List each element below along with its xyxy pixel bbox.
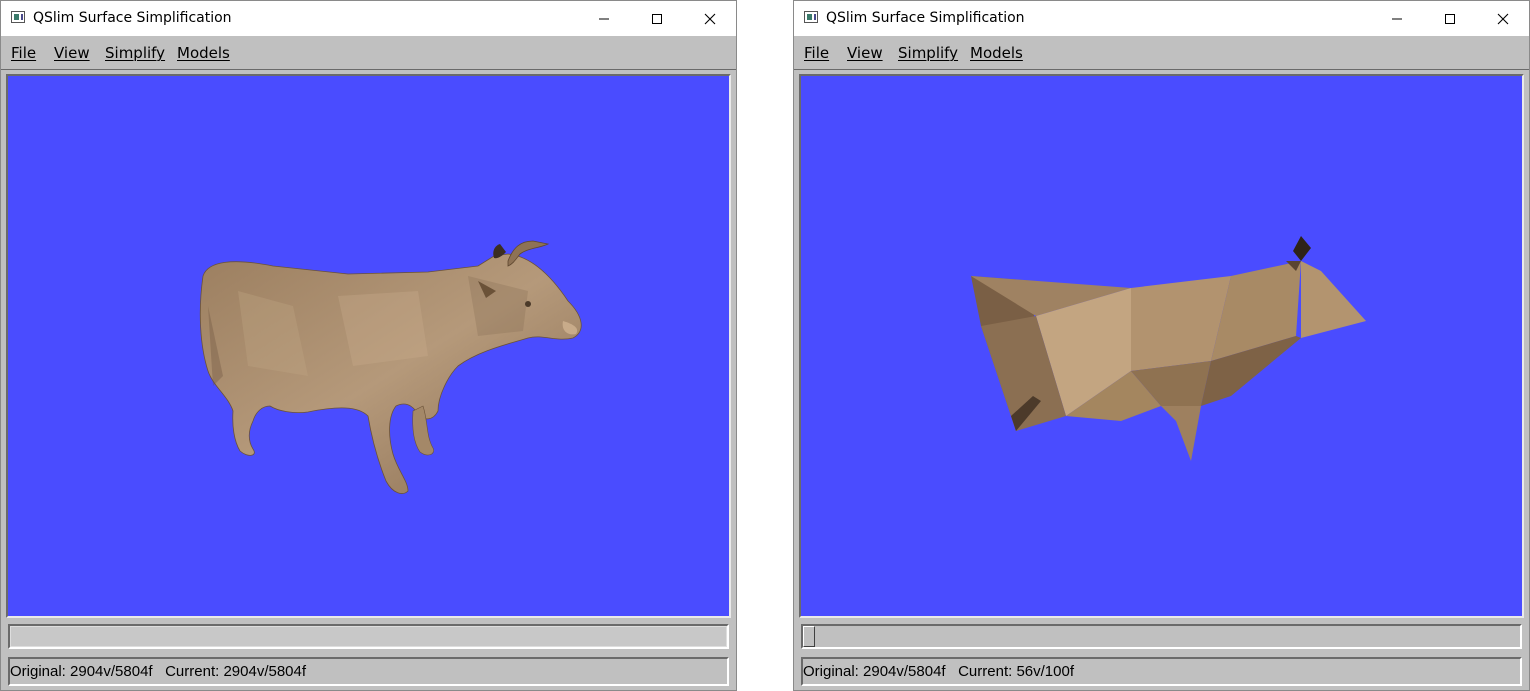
menu-models[interactable]: Models — [970, 44, 1023, 62]
minimize-button[interactable] — [578, 1, 630, 36]
window-title: QSlim Surface Simplification — [33, 10, 232, 26]
close-button[interactable] — [1477, 1, 1529, 36]
close-icon — [704, 13, 716, 24]
app-icon — [804, 11, 818, 23]
menu-view[interactable]: View — [54, 44, 90, 62]
menu-file[interactable]: File — [11, 44, 36, 62]
menu-simplify[interactable]: Simplify — [105, 44, 165, 62]
title-bar[interactable]: QSlim Surface Simplification — [794, 1, 1529, 36]
3d-viewport[interactable] — [799, 74, 1524, 618]
maximize-button[interactable] — [631, 1, 683, 36]
app-icon — [11, 11, 25, 23]
maximize-icon — [1445, 13, 1455, 24]
title-bar[interactable]: QSlim Surface Simplification — [1, 1, 736, 36]
minimize-icon — [1392, 18, 1402, 19]
cow-model-low-poly — [971, 236, 1366, 461]
minimize-button[interactable] — [1371, 1, 1423, 36]
close-icon — [1497, 13, 1509, 24]
status-bar: Original: 2904v/5804f Current: 2904v/580… — [8, 657, 729, 686]
minimize-icon — [599, 18, 609, 19]
simplify-slider[interactable] — [801, 624, 1522, 649]
menu-bar: File View Simplify Models — [794, 37, 1529, 70]
close-button[interactable] — [684, 1, 736, 36]
maximize-icon — [652, 13, 662, 24]
maximize-button[interactable] — [1424, 1, 1476, 36]
menu-file[interactable]: File — [804, 44, 829, 62]
status-bar: Original: 2904v/5804f Current: 56v/100f — [801, 657, 1522, 686]
menu-bar: File View Simplify Models — [1, 37, 736, 70]
menu-simplify[interactable]: Simplify — [898, 44, 958, 62]
qslim-window-original: QSlim Surface Simplification File View S… — [0, 0, 737, 691]
window-title: QSlim Surface Simplification — [826, 10, 1025, 26]
menu-models[interactable]: Models — [177, 44, 230, 62]
3d-viewport[interactable] — [6, 74, 731, 618]
qslim-window-simplified: QSlim Surface Simplification File View S… — [793, 0, 1530, 691]
slider-track-fill — [10, 626, 727, 647]
menu-view[interactable]: View — [847, 44, 883, 62]
slider-handle[interactable] — [803, 626, 815, 647]
simplify-slider[interactable] — [8, 624, 729, 649]
cow-model-high-detail — [199, 240, 582, 494]
